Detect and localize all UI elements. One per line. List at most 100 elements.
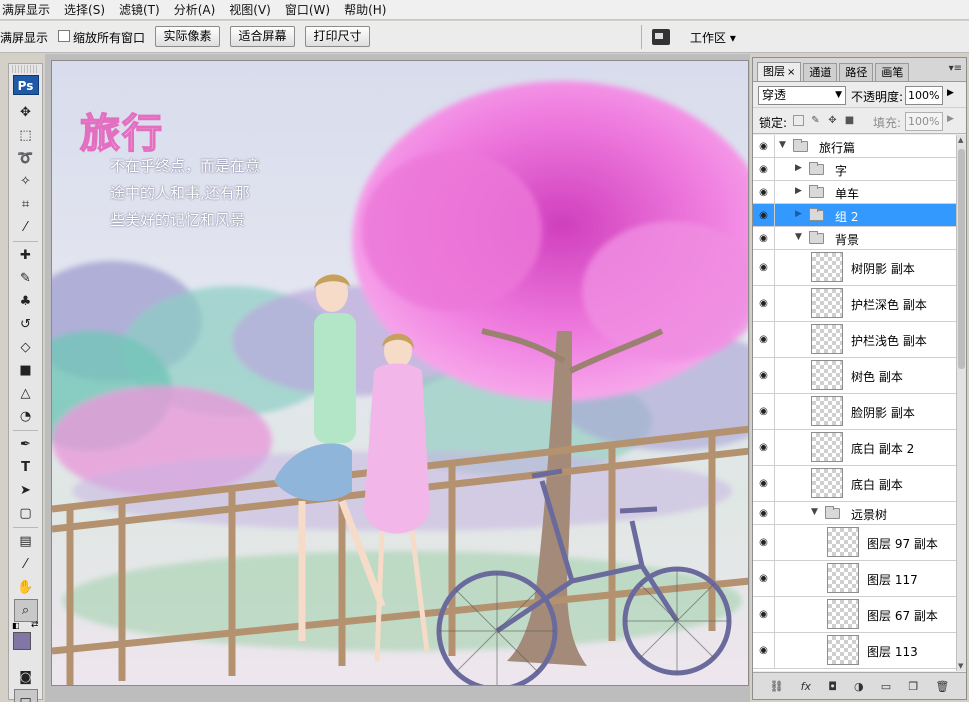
trash-icon[interactable]: 🗑	[935, 680, 949, 693]
eraser-tool-icon[interactable]: ◇	[9, 336, 42, 359]
type-tool-icon[interactable]: T	[9, 456, 42, 479]
path-selection-tool-icon[interactable]: ➤	[9, 479, 42, 502]
marquee-tool-icon[interactable]: ⬚	[9, 124, 42, 147]
layer-group-row[interactable]: ◉ ▼ 旅行篇	[753, 135, 956, 158]
layer-row[interactable]: ◉ 树阴影 副本	[753, 250, 956, 286]
eye-icon[interactable]: ◉	[753, 561, 775, 596]
eye-icon[interactable]: ◉	[753, 502, 775, 524]
fill-slider-icon[interactable]: ▶	[947, 114, 954, 124]
foreground-color[interactable]	[13, 632, 31, 650]
eye-icon[interactable]: ◉	[753, 597, 775, 632]
eye-icon[interactable]: ◉	[753, 525, 775, 560]
layer-row[interactable]: ◉ 图层 113	[753, 633, 956, 669]
layer-row[interactable]: ◉ 脸阴影 副本	[753, 394, 956, 430]
expand-open-icon[interactable]: ▼	[779, 140, 786, 150]
expand-closed-icon[interactable]: ▶	[795, 186, 802, 196]
default-colors-icon[interactable]: ◧	[12, 621, 20, 630]
lock-transparent-icon[interactable]	[793, 115, 804, 126]
opacity-slider-icon[interactable]: ▶	[947, 88, 954, 98]
menu-item-help[interactable]: 帮助(H)	[337, 0, 393, 20]
pen-tool-icon[interactable]: ✒	[9, 433, 42, 456]
move-tool-icon[interactable]: ✥	[9, 101, 42, 124]
tab-channels[interactable]: 通道	[803, 63, 838, 81]
expand-closed-icon[interactable]: ▶	[795, 209, 802, 219]
zoom-tool-icon[interactable]: ⌕	[13, 599, 38, 622]
eye-icon[interactable]: ◉	[753, 158, 775, 180]
eye-icon[interactable]: ◉	[753, 394, 775, 429]
menu-item-view[interactable]: 视图(V)	[222, 0, 278, 20]
fill-input[interactable]: 100%	[905, 112, 943, 131]
photoshop-logo[interactable]: Ps	[12, 75, 39, 95]
lasso-tool-icon[interactable]: ➰	[9, 147, 42, 170]
shape-tool-icon[interactable]: ▢	[9, 502, 42, 525]
tab-paths[interactable]: 路径	[839, 63, 874, 81]
eye-icon[interactable]: ◉	[753, 227, 775, 249]
hand-tool-icon[interactable]: ✋	[9, 576, 42, 599]
scroll-thumb[interactable]	[958, 149, 965, 369]
folder-icon[interactable]: ▭	[881, 680, 891, 693]
tab-brushes[interactable]: 画笔	[875, 63, 910, 81]
layer-row[interactable]: ◉ 底白 副本 2	[753, 430, 956, 466]
tab-layers[interactable]: 图层 ×	[757, 62, 802, 81]
layer-group-row[interactable]: ◉ ▼ 远景树	[753, 502, 956, 525]
scroll-down-icon[interactable]: ▼	[958, 662, 963, 670]
brush-tool-icon[interactable]: ✎	[9, 267, 42, 290]
zoom-all-windows-checkbox[interactable]	[58, 30, 70, 42]
menu-item-0[interactable]: 满屏显示	[0, 0, 57, 20]
actual-pixels-button[interactable]: 实际像素	[155, 26, 220, 47]
eye-icon[interactable]: ◉	[753, 358, 775, 393]
healing-brush-tool-icon[interactable]: ✚	[9, 244, 42, 267]
lock-all-icon[interactable]: ■	[844, 115, 855, 126]
eye-icon[interactable]: ◉	[753, 250, 775, 285]
gradient-tool-icon[interactable]: ■	[9, 359, 42, 382]
fullscreen-label[interactable]: 满屏显示	[0, 29, 48, 46]
document-canvas[interactable]: 旅行 不在乎终点，而是在意 途中的人和事,还有那 些美好的记忆和风景	[51, 60, 749, 686]
magic-wand-tool-icon[interactable]: ✧	[9, 170, 42, 193]
layer-row[interactable]: ◉ 树色 副本	[753, 358, 956, 394]
layer-group-row[interactable]: ◉ ▶ 字	[753, 158, 956, 181]
notes-tool-icon[interactable]: ▤	[9, 530, 42, 553]
eye-icon[interactable]: ◉	[753, 322, 775, 357]
tools-grip[interactable]	[12, 65, 39, 73]
layer-group-row[interactable]: ◉ ▶ 组 2	[753, 204, 956, 227]
menu-item-filter[interactable]: 滤镜(T)	[112, 0, 167, 20]
layer-row[interactable]: ◉ 图层 97 副本	[753, 525, 956, 561]
panel-menu-icon[interactable]: ▾≡	[949, 63, 962, 74]
eyedropper-tool-icon[interactable]: ⁄	[9, 216, 42, 239]
eye-icon[interactable]: ◉	[753, 430, 775, 465]
blend-mode-select[interactable]: 穿透 ▼	[758, 86, 846, 105]
history-brush-tool-icon[interactable]: ↺	[9, 313, 42, 336]
workspace-menu[interactable]: 工作区 ▾	[690, 29, 736, 46]
layer-group-row[interactable]: ◉ ▼ 背景	[753, 227, 956, 250]
mask-icon[interactable]: ◘	[828, 680, 837, 693]
layer-row[interactable]: ◉ 护栏浅色 副本	[753, 322, 956, 358]
layer-row[interactable]: ◉ 图层 67 副本	[753, 597, 956, 633]
layer-row[interactable]: ◉ 图层 117	[753, 561, 956, 597]
eye-icon[interactable]: ◉	[753, 286, 775, 321]
menu-item-analysis[interactable]: 分析(A)	[167, 0, 223, 20]
screen-mode-tool-icon[interactable]: ▭	[13, 689, 38, 702]
layer-row[interactable]: ◉ 护栏深色 副本	[753, 286, 956, 322]
layer-group-row[interactable]: ◉ ▶ 单车	[753, 181, 956, 204]
screen-mode-icon[interactable]	[652, 29, 670, 45]
opacity-input[interactable]: 100%	[905, 86, 943, 105]
crop-tool-icon[interactable]: ⌗	[9, 193, 42, 216]
close-icon[interactable]: ×	[787, 67, 795, 78]
adjustment-icon[interactable]: ◑	[854, 680, 864, 693]
eye-icon[interactable]: ◉	[753, 135, 775, 157]
eye-icon[interactable]: ◉	[753, 466, 775, 501]
eye-icon[interactable]: ◉	[753, 633, 775, 668]
eyedropper-sample-tool-icon[interactable]: ⁄	[9, 553, 42, 576]
expand-open-icon[interactable]: ▼	[811, 507, 818, 517]
quick-mask-icon[interactable]: ◙	[9, 666, 42, 689]
expand-closed-icon[interactable]: ▶	[795, 163, 802, 173]
clone-stamp-tool-icon[interactable]: ♣	[9, 290, 42, 313]
scroll-up-icon[interactable]: ▲	[958, 136, 963, 144]
eye-icon[interactable]: ◉	[753, 181, 775, 203]
eye-icon[interactable]: ◉	[753, 204, 775, 226]
link-icon[interactable]: ⛓	[770, 680, 784, 693]
new-layer-icon[interactable]: ❐	[908, 680, 918, 693]
swap-colors-icon[interactable]: ⇄	[31, 620, 39, 630]
menu-item-select[interactable]: 选择(S)	[57, 0, 112, 20]
layer-list-scrollbar[interactable]: ▲ ▼	[956, 135, 966, 671]
